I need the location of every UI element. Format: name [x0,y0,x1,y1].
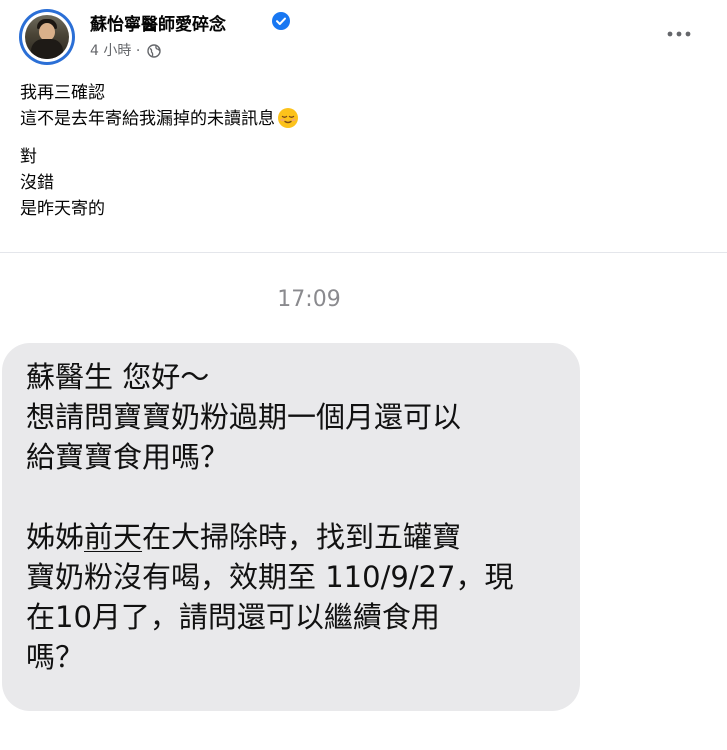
message-line: 在10月了，請問還可以繼續食用 [26,600,440,634]
post-meta: 4 小時 · [90,40,161,60]
message-line: 寶奶粉沒有喝，效期至 110/9/27，現 [26,560,514,594]
message-line: 給寶寶食用嗎？ [26,440,230,474]
globe-icon[interactable] [147,44,161,58]
message-bubble: 蘇醫生 您好～ 想請問寶寶奶粉過期一個月還可以 給寶寶食用嗎？ 姊姊前天在大掃除… [2,343,580,711]
message-text: 蘇醫生 您好～ 想請問寶寶奶粉過期一個月還可以 給寶寶食用嗎？ 姊姊前天在大掃除… [26,357,513,677]
verified-badge-icon [272,12,290,30]
post-line: 沒錯 [20,173,54,193]
message-screenshot: 17:09 蘇醫生 您好～ 想請問寶寶奶粉過期一個月還可以 給寶寶食用嗎？ 姊姊… [0,253,727,750]
underlined-word: 前天 [84,520,143,554]
message-line: 蘇醫生 您好～ [26,360,210,394]
message-timestamp: 17:09 [277,287,341,312]
post-line: 我再三確認 [20,83,105,103]
post-line: 是昨天寄的 [20,199,105,219]
post-header: 蘇怡寧醫師愛碎念 4 小時 · [0,0,727,72]
avatar[interactable] [19,9,75,65]
post-line: 對 [20,147,37,167]
post-line: 這不是去年寄給我漏掉的未讀訊息 [20,106,299,132]
post-time[interactable]: 4 小時 [90,43,131,59]
post-body: 我再三確認 這不是去年寄給我漏掉的未讀訊息 對 沒錯 是昨天寄的 [20,80,299,222]
relieved-face-emoji [278,108,298,128]
author-name[interactable]: 蘇怡寧醫師愛碎念 [90,10,226,35]
message-line: 想請問寶寶奶粉過期一個月還可以 [26,400,462,434]
message-line: 姊姊前天在大掃除時，找到五罐寶 [26,520,462,554]
more-options-icon[interactable] [664,22,694,46]
message-line: 嗎？ [26,640,85,674]
meta-separator: · [135,43,141,59]
